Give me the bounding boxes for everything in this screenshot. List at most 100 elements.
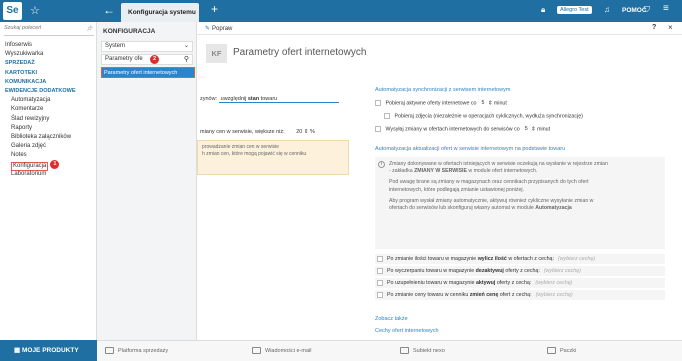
change-price-select[interactable]: (wybierz cechę): [536, 292, 573, 298]
sidebar-item-komunikacja[interactable]: KOMUNIKACJA: [5, 78, 75, 87]
sidebar-item-sprzedaż[interactable]: SPRZEDAŻ: [5, 59, 75, 68]
pin-icon[interactable]: 📌︎: [87, 26, 93, 32]
sync-fetch-checkbox[interactable]: [375, 100, 381, 106]
shield-icon[interactable]: ⛉: [644, 5, 650, 15]
sidebar-item-konfiguracja[interactable]: Konfiguracja 1: [5, 160, 75, 171]
sync-fetch-label: Pobieraj aktywne oferty internetowe co: [385, 100, 477, 107]
warning-line-2: h zmian cen, które mogą pojawić się w ce…: [202, 151, 307, 157]
sync-send-checkbox[interactable]: [375, 126, 381, 132]
bottom-item-label: Wiadomości e-mail: [265, 348, 312, 354]
info-p1-b: - zakładka: [389, 168, 413, 175]
bottom-item-paczki[interactable]: Paczki: [547, 341, 576, 361]
tab-konfiguracja-systemu[interactable]: Konfiguracja systemu: [121, 3, 199, 22]
mail-icon: [252, 347, 261, 355]
info-p1-bold: ZMIANY W SERWISIE: [414, 168, 467, 175]
spinner-icon[interactable]: ⇕: [304, 129, 309, 135]
sync-row-2: Pobieraj zdjęcia (niezależnie w operacja…: [384, 113, 583, 119]
bottom-item-label: Paczki: [560, 348, 577, 354]
sidebar-item-label: Galeria zdjęć: [11, 143, 47, 150]
sync-row-1: Pobieraj aktywne oferty internetowe co 5…: [375, 100, 507, 106]
lock-icon[interactable]: 🔒︎: [541, 5, 545, 15]
sidebar-item-biblioteka-załączników[interactable]: Biblioteka załączników: [5, 133, 75, 142]
spinner-icon[interactable]: ⇕: [488, 100, 492, 106]
my-products-label: MOJE PRODUKTY: [21, 347, 79, 354]
sidebar-item-automatyzacja[interactable]: Automatyzacja: [5, 96, 75, 105]
sidebar-item-wyszukiwarka[interactable]: Wyszukiwarka: [5, 50, 75, 59]
change-row-deactivate: Po wyczerpaniu towaru w magazynie dezakt…: [375, 266, 665, 276]
help-button[interactable]: POMOC: [622, 7, 647, 14]
sidebar-item-label: Ślad rewizyjny: [11, 115, 50, 122]
sidebar-item-laboratorium[interactable]: Laboratorium: [5, 170, 75, 179]
page-title: Parametry ofert internetowych: [233, 47, 367, 58]
sidebar-item-notes[interactable]: Notes: [5, 151, 75, 160]
warning-line-1: prowadzanie zmian cen w serwisie: [202, 144, 279, 150]
search-icon[interactable]: ⚲: [184, 55, 189, 64]
bottom-item-label: Platforma sprzedaży: [118, 348, 169, 354]
config-search-input[interactable]: Parametry ofe 2 ⚲: [101, 54, 193, 65]
price-change-row: miany cen w serwisie, większe niż: 20 ⇕ …: [200, 129, 315, 135]
price-warning-box: prowadzanie zmian cen w serwisie h zmian…: [197, 140, 349, 175]
favorites-star-icon[interactable]: ☆: [30, 4, 40, 17]
step-badge: 2: [150, 55, 159, 64]
sidebar-item-label: EWIDENCJE DODATKOWE: [5, 87, 76, 94]
offer-features-link[interactable]: Cechy ofert internetowych: [375, 328, 439, 334]
sync-images-label: Pobieraj zdjęcia (niezależnie w operacja…: [394, 113, 583, 120]
change-quantity-bold: wylicz ilość: [477, 256, 507, 262]
sidebar-item-galeria-zdjęć[interactable]: Galeria zdjęć: [5, 142, 75, 151]
add-tab-icon[interactable]: +: [211, 2, 218, 16]
sidebar-item-label: KOMUNIKACJA: [5, 78, 47, 85]
info-p3-b: ofertach do serwisów lub skonfiguruj wła…: [389, 205, 534, 212]
spinner-icon[interactable]: ⇕: [531, 126, 535, 132]
update-section-title: Automatyzacja aktualizacji ofert w serwi…: [375, 146, 566, 152]
change-activate-checkbox[interactable]: [377, 279, 383, 286]
my-products-button[interactable]: ▦ MOJE PRODUKTY: [0, 340, 97, 361]
change-quantity-checkbox[interactable]: [377, 255, 383, 262]
change-quantity-post: w ofertach z cechą:: [508, 256, 554, 262]
update-info-box: i Zmiany dokonywane w ofertach istniejąc…: [375, 157, 665, 249]
sidebar-item-label: Automatyzacja: [11, 97, 51, 104]
sync-send-value[interactable]: 5: [521, 126, 531, 132]
sidebar-item-ewidencje-dodatkowe[interactable]: EWIDENCJE DODATKOWE: [5, 87, 75, 96]
change-deactivate-bold: dezaktywuj: [475, 268, 504, 274]
change-price-bold: zmień cenę: [469, 292, 499, 298]
bottom-item-subiekt[interactable]: Subiekt nexo: [400, 341, 445, 361]
change-activate-post: oferty z cechą:: [496, 280, 532, 286]
sidebar-nav: Infoserwis Wyszukiwarka SPRZEDAŻ KARTOTEKI K…: [5, 41, 75, 179]
bottom-item-platforma[interactable]: Platforma sprzedaży: [105, 341, 168, 361]
change-quantity-select[interactable]: (wybierz cechę): [558, 256, 595, 262]
change-activate-select[interactable]: (wybierz cechę): [535, 280, 572, 286]
sidebar-item-raporty[interactable]: Raporty: [5, 124, 75, 133]
back-arrow-icon[interactable]: ←: [103, 3, 115, 17]
change-price-post: ofert z cechą:: [499, 292, 532, 298]
sync-fetch-unit: minut: [493, 100, 507, 107]
change-deactivate-select[interactable]: (wybierz cechę): [544, 268, 581, 274]
app-logo[interactable]: Se: [3, 2, 22, 20]
config-category-select[interactable]: System ⌄: [101, 41, 193, 52]
sync-images-checkbox[interactable]: [384, 113, 390, 119]
bell-icon[interactable]: ♫: [604, 5, 610, 14]
allegro-test-badge[interactable]: Allegro Test: [557, 6, 592, 14]
truck-icon: [547, 347, 556, 355]
sidebar-item-kartoteki[interactable]: KARTOTEKI: [5, 69, 75, 78]
help-question-icon[interactable]: ?: [652, 24, 656, 31]
sidebar-item-ślad-rewizyjny[interactable]: Ślad rewizyjny: [5, 115, 75, 124]
bottom-item-email[interactable]: Wiadomości e-mail: [252, 341, 311, 361]
close-icon[interactable]: ×: [668, 23, 673, 32]
change-price-checkbox[interactable]: [377, 291, 383, 298]
config-search-result[interactable]: Parametry ofert internetowych: [101, 67, 195, 78]
sidebar-item-komentarze[interactable]: Komentarze: [5, 105, 75, 114]
sidebar-item-label: KARTOTEKI: [5, 69, 37, 76]
edit-button[interactable]: ✎ Popraw: [205, 25, 232, 32]
change-deactivate-checkbox[interactable]: [377, 267, 383, 274]
info-p2-a: Pod uwagę brane są zmiany w magazynach o…: [389, 179, 589, 186]
price-change-value[interactable]: 20: [296, 129, 302, 135]
stock-value-bold: stan: [247, 96, 260, 102]
sidebar-item-label: Wyszukiwarka: [5, 51, 44, 58]
change-activate-pre: Po uzupełnieniu towaru w magazynie: [387, 280, 475, 286]
sync-fetch-value[interactable]: 5: [478, 100, 488, 106]
info-p3-bold: Automatyzacja: [535, 205, 572, 212]
sidebar-item-infoserwis[interactable]: Infoserwis: [5, 41, 75, 50]
sidebar-search-input[interactable]: [4, 25, 84, 31]
stock-field[interactable]: uwzględnij stan towaru: [218, 96, 339, 103]
menu-icon[interactable]: ≡: [663, 3, 669, 14]
